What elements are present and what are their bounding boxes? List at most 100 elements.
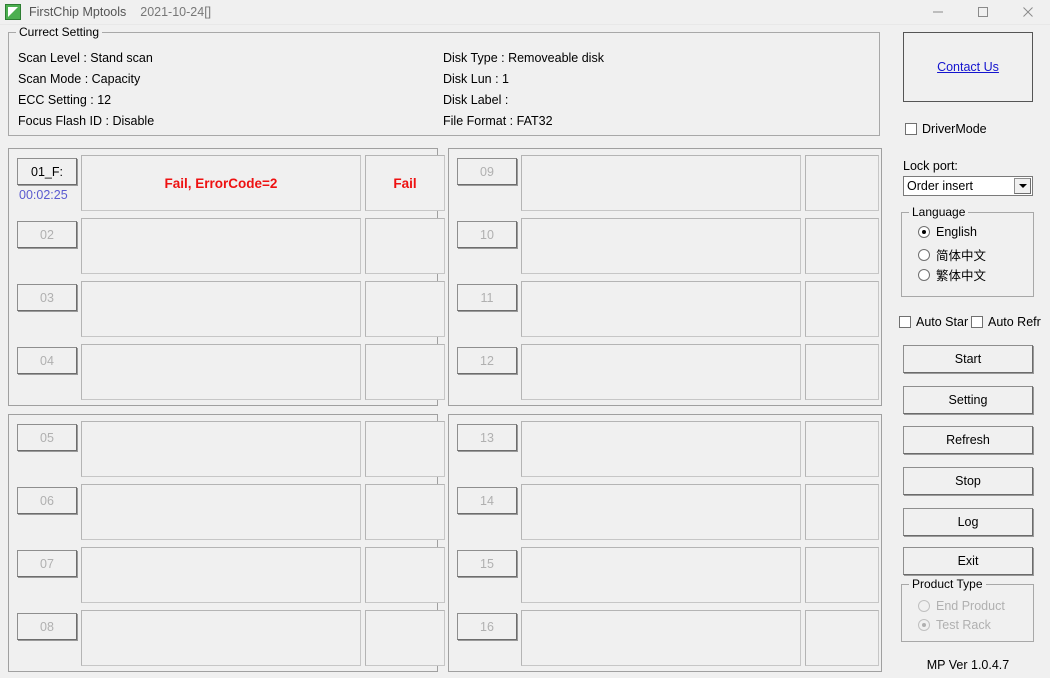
slot-row: 08 [9,607,445,670]
lock-port-select[interactable]: Order insert [903,176,1033,196]
slot-message-field [521,610,801,666]
radio-dot-simplified-chinese[interactable] [918,248,930,261]
app-logo-icon [5,4,21,20]
slot-button-04[interactable]: 04 [17,347,77,374]
slot-row: 12 [449,341,881,404]
slot-row: 04 [9,341,445,404]
slot-button-03[interactable]: 03 [17,284,77,311]
setting-button-label: Setting [948,393,988,407]
slot-state-field [805,344,879,400]
language-group: Language English 简体中文 繁体中文 [901,205,1034,297]
slot-button-01F[interactable]: 01_F: [17,158,77,185]
auto-refresh-checkbox-box[interactable] [971,316,983,328]
setting-button[interactable]: Setting [903,386,1033,414]
radio-dot-traditional-chinese[interactable] [918,268,930,281]
slot-button-05[interactable]: 05 [17,424,77,451]
slot-state-field [805,281,879,337]
setting-disk-label: Disk Label : [443,93,509,107]
slot-state-text: Fail [393,175,417,191]
title-bar: FirstChip Mptools 2021-10-24[] [0,0,1050,25]
slot-message-field [81,344,361,400]
slot-state-field [805,218,879,274]
contact-us-link[interactable]: Contact Us [937,60,999,74]
slot-button-06[interactable]: 06 [17,487,77,514]
language-label-english: English [936,225,977,239]
slot-row: 01_F: 00:02:25 Fail, ErrorCode=2 Fail [9,152,445,215]
slot-button-13[interactable]: 13 [457,424,517,451]
slot-state-field [365,484,445,540]
radio-dot-english[interactable] [918,226,930,238]
slot-message-field [81,610,361,666]
language-radio-english[interactable]: English [918,225,977,239]
slot-message-field [521,155,801,211]
slot-button-09[interactable]: 09 [457,158,517,185]
slot-state-field [365,218,445,274]
slot-button-11[interactable]: 11 [457,284,517,311]
minimize-icon[interactable] [915,0,960,24]
slot-message-field [521,218,801,274]
setting-ecc: ECC Setting : 12 [18,93,112,107]
driver-mode-checkbox-box[interactable] [905,123,917,135]
slot-button-16[interactable]: 16 [457,613,517,640]
product-type-group-title: Product Type [909,577,986,591]
language-radio-traditional-chinese[interactable]: 繁体中文 [918,265,986,284]
slot-button-14[interactable]: 14 [457,487,517,514]
refresh-button[interactable]: Refresh [903,426,1033,454]
lock-port-label: Lock port: [903,159,958,173]
slot-panel-top-right: 09 10 11 12 [448,148,882,406]
contact-us-box[interactable]: Contact Us [903,32,1033,102]
slot-state-field [365,547,445,603]
slot-row: 03 [9,278,445,341]
close-icon[interactable] [1005,0,1050,24]
slot-row: 14 [449,481,881,544]
slot-state-field: Fail [365,155,445,211]
maximize-icon[interactable] [960,0,1005,24]
current-setting-title: Currect Setting [16,25,103,39]
start-button-label: Start [954,352,982,366]
current-setting-panel: Currect Setting Scan Level : Stand scan … [8,25,880,136]
slot-button-08[interactable]: 08 [17,613,77,640]
stop-button-label: Stop [955,474,981,488]
log-button[interactable]: Log [903,508,1033,536]
stop-button[interactable]: Stop [903,467,1033,495]
auto-refresh-label: Auto Refr [988,315,1041,329]
slot-button-02[interactable]: 02 [17,221,77,248]
language-radio-simplified-chinese[interactable]: 简体中文 [918,245,986,264]
slot-message-field [81,218,361,274]
slot-button-12[interactable]: 12 [457,347,517,374]
chevron-down-icon[interactable] [1014,178,1031,194]
auto-start-checkbox-box[interactable] [899,316,911,328]
refresh-button-label: Refresh [946,433,990,447]
slot-state-field [365,344,445,400]
slot-state-field [365,281,445,337]
slot-row: 09 [449,152,881,215]
slot-button-07[interactable]: 07 [17,550,77,577]
slot-panel-top-left: 01_F: 00:02:25 Fail, ErrorCode=2 Fail 02 03 04 [8,148,445,406]
auto-refresh-checkbox[interactable]: Auto Refr [971,315,1041,329]
setting-file-format: File Format : FAT32 [443,114,553,128]
slot-row: 16 [449,607,881,670]
exit-button-label: Exit [957,554,979,568]
lock-port-value: Order insert [907,179,973,193]
slot-message-field [521,421,801,477]
exit-button[interactable]: Exit [903,547,1033,575]
window-controls [915,0,1050,24]
driver-mode-checkbox[interactable]: DriverMode [905,122,987,136]
auto-start-checkbox[interactable]: Auto Star [899,315,968,329]
slot-message-field: Fail, ErrorCode=2 [81,155,361,211]
setting-disk-lun: Disk Lun : 1 [443,72,510,86]
slot-message-field [81,484,361,540]
start-button[interactable]: Start [903,345,1033,373]
slot-row: 05 [9,418,445,481]
slot-timer: 00:02:25 [19,188,68,202]
slot-button-15[interactable]: 15 [457,550,517,577]
slot-panel-bottom-right: 13 14 15 16 [448,414,882,672]
window-title-date: 2021-10-24[] [140,5,212,19]
slot-state-field [805,421,879,477]
product-type-radio-test-rack: Test Rack [918,618,991,632]
log-button-label: Log [957,515,979,529]
slot-message-field [521,484,801,540]
product-type-group: Product Type End Product Test Rack [901,577,1034,642]
slot-button-10[interactable]: 10 [457,221,517,248]
radio-dot-end-product [918,600,930,612]
